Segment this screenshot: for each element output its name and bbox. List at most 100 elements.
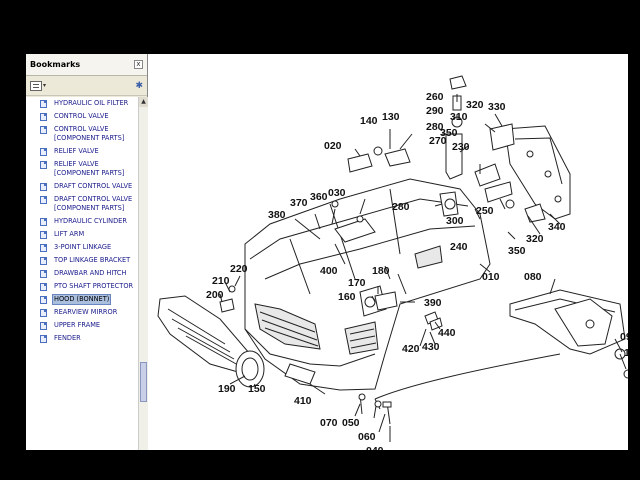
part-number-label: 150 <box>248 383 266 395</box>
part-number-label: 170 <box>348 277 366 289</box>
chevron-down-icon: ▾ <box>43 82 47 89</box>
bookmark-item[interactable]: FENDER <box>26 332 136 345</box>
part-number-label: 020 <box>324 140 342 152</box>
part-number-label: 320 <box>466 99 484 111</box>
part-number-label: 420 <box>402 343 420 355</box>
bookmark-page-icon <box>40 283 47 291</box>
part-number-label: 380 <box>268 209 286 221</box>
part-number-label: 030 <box>328 187 346 199</box>
part-number-label: 300 <box>446 215 464 227</box>
bookmark-item[interactable]: RELIEF VALVE [COMPONENT PARTS] <box>26 158 136 180</box>
part-number-label: 260 <box>426 91 444 103</box>
part-number-label: 330 <box>488 101 506 113</box>
new-bookmark-icon[interactable]: ✱ <box>135 81 143 91</box>
bookmark-page-icon <box>40 148 47 156</box>
bookmark-item[interactable]: TOP LINKAGE BRACKET <box>26 254 136 267</box>
part-number-label: 140 <box>360 115 378 127</box>
bookmarks-list: HYDRAULIC OIL FILTER CONTROL VALVE CONTROL… <box>26 97 136 345</box>
part-number-label: 290 <box>426 105 444 117</box>
part-number-label: 080 <box>524 271 542 283</box>
bookmark-label: DRAFT CONTROL VALVE <box>54 182 133 190</box>
part-number-label: 410 <box>294 395 312 407</box>
part-number-label: 070 <box>320 417 338 429</box>
bookmark-item[interactable]: HYDRAULIC OIL FILTER <box>26 97 136 110</box>
bookmark-page-icon <box>40 100 47 108</box>
bookmark-item[interactable]: DRAFT CONTROL VALVE <box>26 180 136 193</box>
close-icon[interactable]: x <box>134 60 143 69</box>
scroll-up-icon[interactable]: ▲ <box>139 97 148 107</box>
bookmark-page-icon <box>40 196 47 204</box>
part-number-label: 210 <box>212 275 230 287</box>
bookmark-page-icon <box>40 296 47 304</box>
pdf-viewer-window: Bookmarks x ▾ ✱ HYDRAULIC OIL FILTER CONT… <box>26 54 628 450</box>
part-number-label: 110 <box>624 347 628 359</box>
bookmark-label: HYDRAULIC CYLINDER <box>54 217 127 225</box>
bookmark-options-button[interactable]: ▾ <box>30 80 47 91</box>
bookmark-item[interactable]: HOOD (BONNET) <box>26 293 136 306</box>
part-number-label: 230 <box>452 141 470 153</box>
bookmarks-title: Bookmarks <box>30 60 81 69</box>
part-number-label: 240 <box>450 241 468 253</box>
bookmark-item[interactable]: CONTROL VALVE <box>26 110 136 123</box>
part-number-label: 060 <box>358 431 376 443</box>
part-number-label: 280 <box>392 201 410 213</box>
bookmark-item[interactable]: UPPER FRAME <box>26 319 136 332</box>
part-number-label: 090 <box>620 331 628 343</box>
part-number-label: 390 <box>424 297 442 309</box>
part-number-label: 340 <box>548 221 566 233</box>
bookmark-item[interactable]: 3-POINT LINKAGE <box>26 241 136 254</box>
bookmark-label: LIFT ARM <box>54 230 85 238</box>
bookmark-item[interactable]: DRAWBAR AND HITCH <box>26 267 136 280</box>
bookmark-item[interactable]: CONTROL VALVE [COMPONENT PARTS] <box>26 123 136 145</box>
bookmark-page-icon <box>40 231 47 239</box>
bookmark-page-icon <box>40 161 47 169</box>
part-number-label: 310 <box>450 111 468 123</box>
bookmark-label: DRAFT CONTROL VALVE [COMPONENT PARTS] <box>54 195 133 212</box>
bookmarks-scrollbar[interactable]: ▲ <box>138 97 148 450</box>
bookmark-page-icon <box>40 335 47 343</box>
bookmark-item[interactable]: LIFT ARM <box>26 228 136 241</box>
bookmark-label: 3-POINT LINKAGE <box>54 243 112 251</box>
bookmark-label: TOP LINKAGE BRACKET <box>54 256 131 264</box>
bookmark-page-icon <box>40 244 47 252</box>
bookmark-label: PTO SHAFT PROTECTOR <box>54 282 134 290</box>
bookmark-page-icon <box>40 322 47 330</box>
part-number-label: 250 <box>476 205 494 217</box>
part-number-label: 440 <box>438 327 456 339</box>
part-number-label: 220 <box>230 263 248 275</box>
bookmark-page-icon <box>40 270 47 278</box>
hitch-drawing <box>509 289 628 379</box>
bookmark-label: REARVIEW MIRROR <box>54 308 118 316</box>
bookmark-item[interactable]: REARVIEW MIRROR <box>26 306 136 319</box>
part-number-label: 130 <box>382 111 400 123</box>
part-number-label: 200 <box>206 289 224 301</box>
bookmarks-list-area: HYDRAULIC OIL FILTER CONTROL VALVE CONTROL… <box>26 97 148 450</box>
bookmark-page-icon <box>40 218 47 226</box>
bookmarks-panel: Bookmarks x ▾ ✱ HYDRAULIC OIL FILTER CONT… <box>26 54 148 450</box>
bookmark-page-icon <box>40 126 47 134</box>
part-number-label: 180 <box>372 265 390 277</box>
bookmark-page-icon <box>40 113 47 121</box>
bookmark-item[interactable]: DRAFT CONTROL VALVE [COMPONENT PARTS] <box>26 193 136 215</box>
part-number-label: 010 <box>482 271 500 283</box>
bookmark-label: RELIEF VALVE [COMPONENT PARTS] <box>54 160 125 177</box>
bookmark-label: FENDER <box>54 334 81 342</box>
scrollbar-thumb[interactable] <box>140 362 147 402</box>
bookmark-page-icon <box>40 183 47 191</box>
bookmark-item[interactable]: PTO SHAFT PROTECTOR <box>26 280 136 293</box>
bookmark-item[interactable]: RELIEF VALVE <box>26 145 136 158</box>
wire-drawing <box>374 353 561 400</box>
bookmark-page-icon <box>40 257 47 265</box>
part-number-label: 370 <box>290 197 308 209</box>
bookmark-label: UPPER FRAME <box>54 321 101 329</box>
part-number-label: 320 <box>526 233 544 245</box>
part-number-label: 050 <box>342 417 360 429</box>
bookmark-item[interactable]: HYDRAULIC CYLINDER <box>26 215 136 228</box>
bookmark-label: DRAWBAR AND HITCH <box>54 269 127 277</box>
bookmark-label: RELIEF VALVE <box>54 147 99 155</box>
part-number-label: 400 <box>320 265 338 277</box>
bookmark-label: CONTROL VALVE <box>54 112 109 120</box>
part-number-label: 350 <box>508 245 526 257</box>
bookmark-label: HYDRAULIC OIL FILTER <box>54 99 129 107</box>
part-number-label: 190 <box>218 383 236 395</box>
